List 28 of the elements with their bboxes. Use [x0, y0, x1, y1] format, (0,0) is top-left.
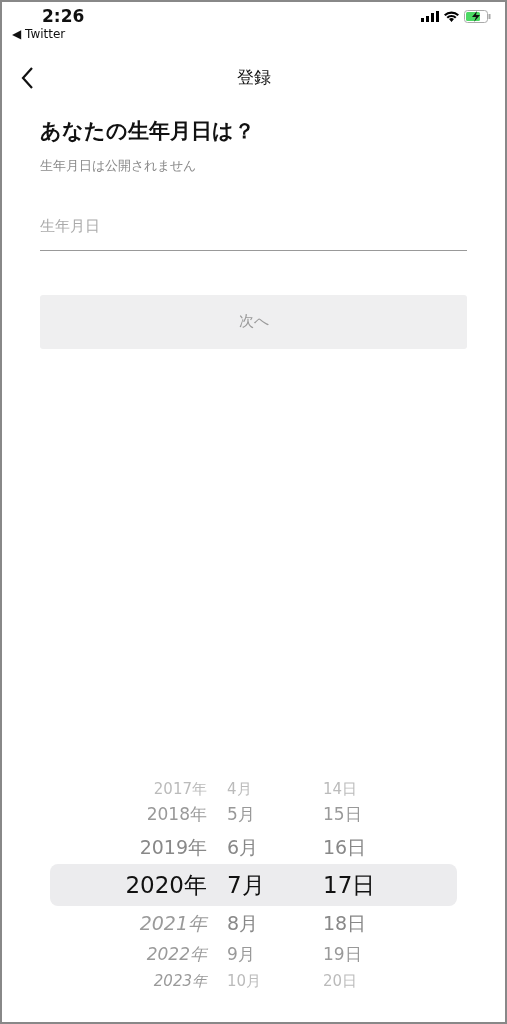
- picker-day-item[interactable]: 14日: [315, 778, 457, 801]
- picker-year-item[interactable]: 2019年: [50, 832, 215, 862]
- picker-day-item[interactable]: 15日: [315, 802, 457, 828]
- picker-day-item[interactable]: 18日: [315, 908, 457, 938]
- picker-month-item[interactable]: 10月: [215, 970, 315, 993]
- wifi-icon: [443, 10, 460, 22]
- birthdate-field[interactable]: 生年月日: [40, 215, 467, 251]
- picker-day-item[interactable]: 16日: [315, 832, 457, 862]
- picker-year-item[interactable]: 2020年: [50, 867, 215, 903]
- subtitle: 生年月日は公開されません: [40, 156, 197, 175]
- picker-month-item[interactable]: 6月: [215, 832, 315, 862]
- back-icon[interactable]: [20, 66, 34, 90]
- picker-month-item[interactable]: 4月: [215, 778, 315, 801]
- heading: あなたの生年月日は？: [40, 118, 256, 145]
- battery-icon: [464, 9, 491, 23]
- picker-month-item[interactable]: 9月: [215, 942, 315, 968]
- status-time: 2:26: [41, 6, 85, 26]
- picker-day-item[interactable]: 19日: [315, 942, 457, 968]
- signal-icon: [421, 10, 439, 22]
- picker-day-item[interactable]: 20日: [315, 970, 457, 993]
- back-to-app-link[interactable]: ◀ Twitter: [12, 26, 85, 42]
- picker-day-item[interactable]: 17日: [315, 867, 457, 903]
- picker-year-item[interactable]: 2017年: [50, 778, 215, 801]
- picker-month-item[interactable]: 7月: [215, 867, 315, 903]
- picker-month-item[interactable]: 5月: [215, 802, 315, 828]
- page-title: 登録: [236, 66, 271, 90]
- picker-year-item[interactable]: 2018年: [50, 802, 215, 828]
- picker-month-item[interactable]: 8月: [215, 908, 315, 938]
